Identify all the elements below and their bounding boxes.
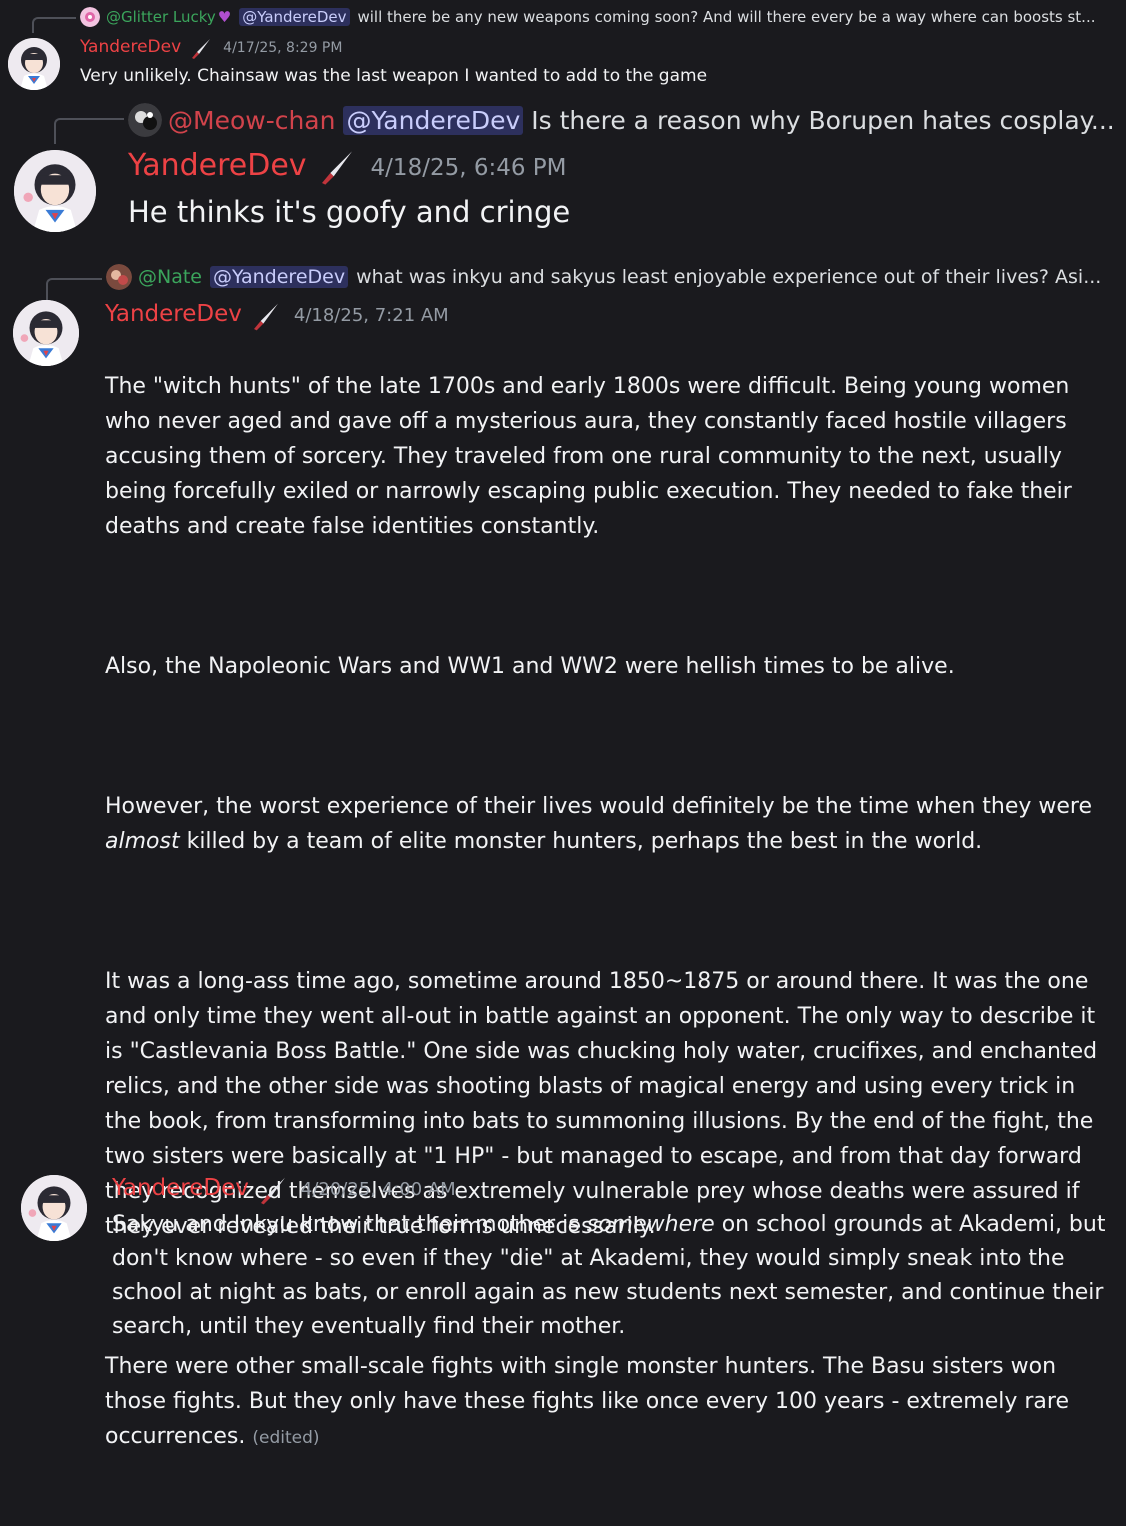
timestamp[interactable]: 4/17/25, 8:29 PM xyxy=(223,40,342,56)
reply-preview[interactable]: @Meow-chan @YandereDev Is there a reason… xyxy=(128,102,1118,138)
mention[interactable]: @YandereDev xyxy=(239,8,350,26)
mention[interactable]: @YandereDev xyxy=(210,266,349,288)
replied-username[interactable]: @Glitter Lucky xyxy=(106,8,216,26)
message-text: Very unlikely. Chainsaw was the last wea… xyxy=(80,66,708,86)
mention[interactable]: @YandereDev xyxy=(343,105,524,135)
message-header: YandereDev 4/18/25, 6:46 PM xyxy=(128,148,567,188)
reply-connector xyxy=(54,118,124,144)
avatar[interactable] xyxy=(14,150,96,232)
paragraph: There were other small-scale fights with… xyxy=(105,1354,1077,1449)
avatar[interactable] xyxy=(21,1175,87,1241)
knife-icon xyxy=(253,303,278,331)
avatar[interactable] xyxy=(8,38,60,90)
purple-heart-icon: ♥ xyxy=(217,8,232,26)
replied-username[interactable]: @Meow-chan xyxy=(168,106,335,135)
reply-connector xyxy=(46,278,102,300)
timestamp[interactable]: 4/18/25, 7:21 AM xyxy=(294,305,449,326)
timestamp[interactable]: 4/20/25, 4:00 AM xyxy=(301,1179,456,1200)
paragraph: The "witch hunts" of the late 1700s and … xyxy=(105,374,1079,539)
replied-user-avatar xyxy=(80,7,100,27)
paragraph: However, the worst experience of their l… xyxy=(105,794,1093,854)
replied-user-avatar xyxy=(128,103,162,137)
reply-connector xyxy=(32,17,76,33)
reply-preview[interactable]: @Glitter Lucky ♥ @YandereDev will there … xyxy=(80,5,1120,29)
knife-icon xyxy=(260,1177,285,1205)
author-name[interactable]: YandereDev xyxy=(80,37,181,57)
replied-username[interactable]: @Nate xyxy=(138,266,202,288)
reply-preview[interactable]: @Nate @YandereDev what was inkyu and sak… xyxy=(106,262,1116,292)
message-text: Sakyu and Inkyu know that their mother i… xyxy=(112,1212,1113,1339)
author-name[interactable]: YandereDev xyxy=(105,301,242,327)
message-text: The "witch hunts" of the late 1700s and … xyxy=(105,334,1117,1526)
paragraph: Also, the Napoleonic Wars and WW1 and WW… xyxy=(105,654,955,679)
message-header: YandereDev 4/20/25, 4:00 AM xyxy=(112,1175,456,1207)
message-text: He thinks it's goofy and cringe xyxy=(128,195,571,229)
replied-text[interactable]: Is there a reason why Borupen hates cosp… xyxy=(531,106,1114,135)
edited-label: (edited) xyxy=(252,1428,320,1448)
knife-icon xyxy=(192,39,211,59)
replied-text[interactable]: what was inkyu and sakyus least enjoyabl… xyxy=(356,266,1101,288)
author-name[interactable]: YandereDev xyxy=(112,1175,249,1201)
message-header: YandereDev 4/17/25, 8:29 PM xyxy=(80,37,342,61)
avatar[interactable] xyxy=(13,300,79,366)
message-header: YandereDev 4/18/25, 7:21 AM xyxy=(105,301,449,333)
author-name[interactable]: YandereDev xyxy=(128,148,307,183)
timestamp[interactable]: 4/18/25, 6:46 PM xyxy=(371,155,567,181)
replied-text[interactable]: will there be any new weapons coming soo… xyxy=(358,8,1096,26)
replied-user-avatar xyxy=(106,264,132,290)
knife-icon xyxy=(321,151,352,185)
